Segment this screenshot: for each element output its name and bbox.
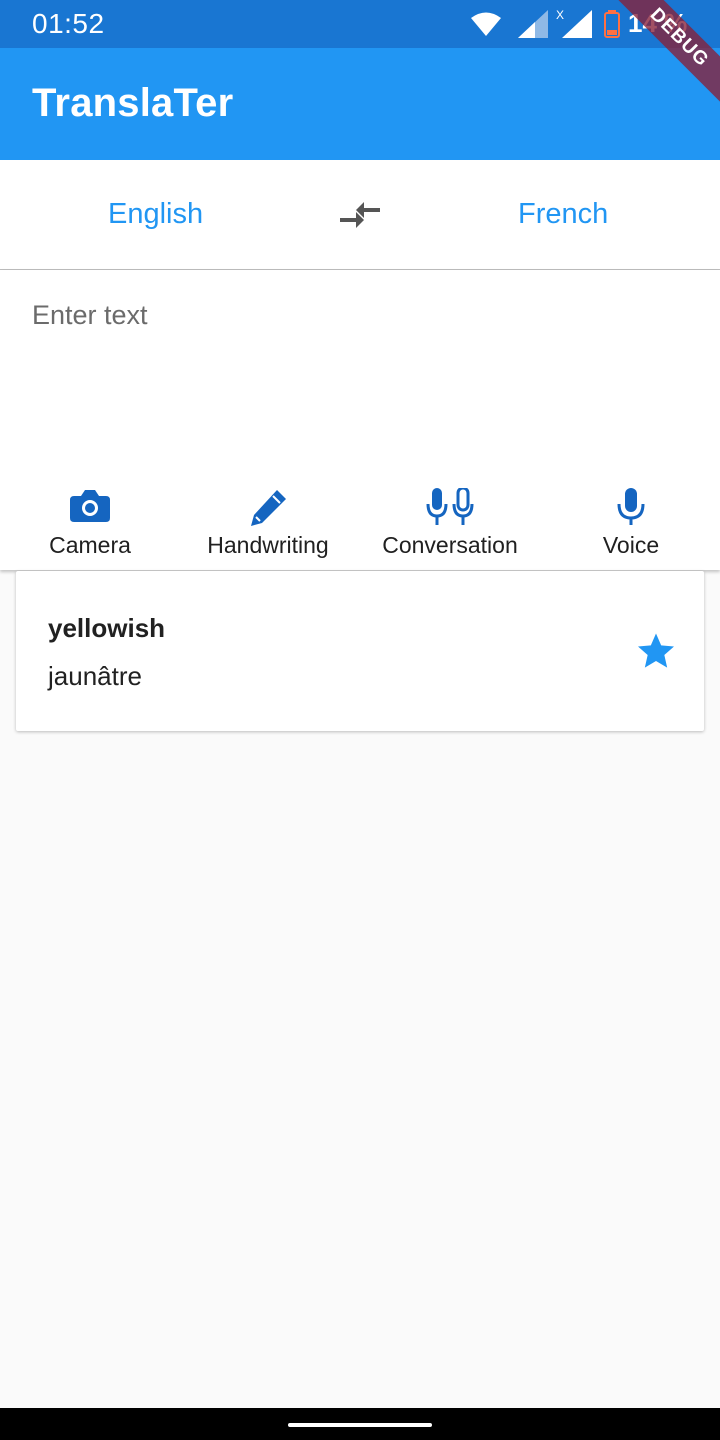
status-time: 01:52	[32, 8, 105, 39]
svg-text:X: X	[556, 8, 564, 22]
signal-icon	[518, 10, 548, 38]
camera-label: Camera	[49, 532, 131, 558]
battery-percent: 14 %	[628, 8, 688, 38]
source-language-button[interactable]: English	[108, 160, 203, 269]
star-icon[interactable]	[636, 631, 676, 671]
history-source-text: yellowish	[48, 613, 166, 643]
mic-icon	[617, 488, 645, 525]
handwriting-button[interactable]: Handwriting	[178, 480, 358, 570]
app-bar: TranslaTer	[0, 48, 720, 160]
dual-mic-icon	[426, 488, 474, 525]
conversation-button[interactable]: Conversation	[360, 480, 540, 570]
voice-label: Voice	[602, 532, 660, 558]
conversation-label: Conversation	[382, 532, 518, 558]
history-translation-text: jaunâtre	[48, 661, 142, 691]
text-input[interactable]	[32, 300, 672, 440]
language-bar: English French	[0, 160, 720, 270]
handwriting-label: Handwriting	[207, 532, 329, 558]
target-language-button[interactable]: French	[518, 160, 608, 269]
swap-arrows-icon[interactable]	[338, 198, 382, 232]
status-bar: 01:52 X 14 %	[0, 0, 720, 48]
input-card: Camera Handwriting Conversation	[0, 270, 720, 570]
pencil-icon	[251, 490, 286, 526]
app-title: TranslaTer	[32, 81, 234, 125]
wifi-icon	[471, 12, 501, 36]
camera-button[interactable]: Camera	[0, 480, 180, 570]
battery-low-icon	[604, 10, 620, 38]
camera-icon	[70, 490, 110, 522]
history-item[interactable]: yellowish jaunâtre	[16, 571, 704, 731]
home-indicator[interactable]	[288, 1423, 432, 1427]
system-nav-bar	[0, 1408, 720, 1440]
signal-no-data-icon: X	[556, 8, 592, 38]
voice-button[interactable]: Voice	[541, 480, 720, 570]
